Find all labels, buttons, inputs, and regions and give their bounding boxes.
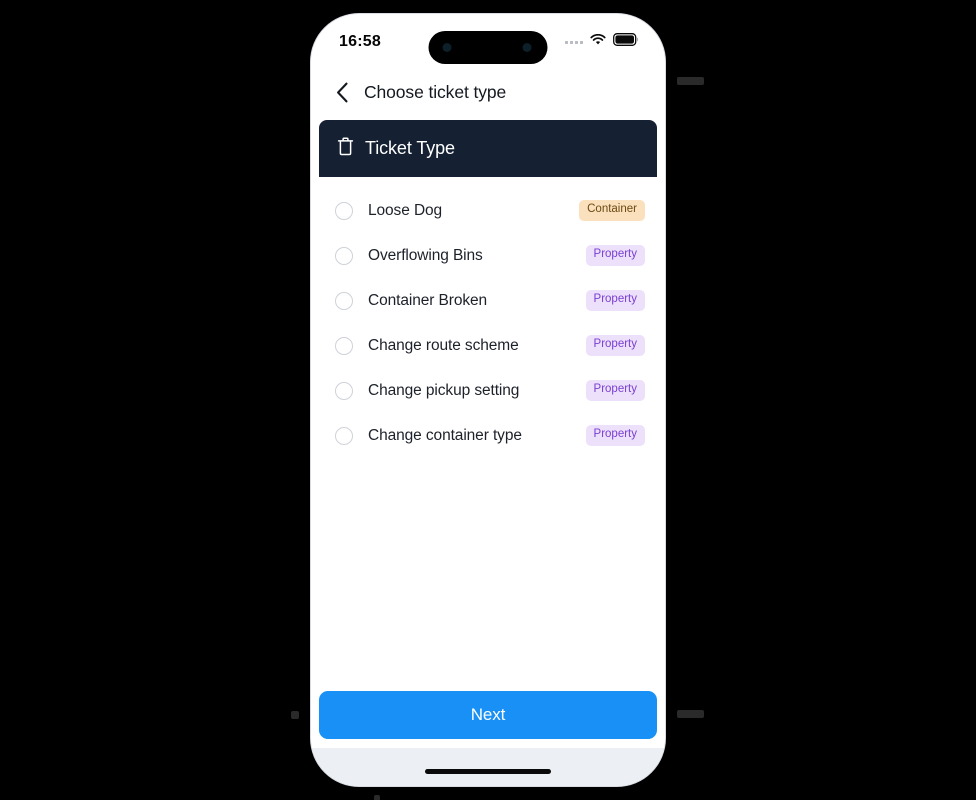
ticket-type-option-label: Container Broken — [368, 291, 488, 309]
home-indicator-area — [311, 748, 665, 786]
ticket-type-option-row[interactable]: Overflowing Bins Property — [319, 233, 657, 278]
radio-unchecked-icon[interactable] — [335, 381, 353, 400]
wifi-icon — [590, 33, 606, 51]
ticket-type-option-badge: Property — [585, 290, 645, 311]
screenshot-canvas: 16:58 Choose ticket type Ticket Type Loo… — [0, 0, 976, 800]
dynamic-island — [428, 31, 548, 64]
card-header: Ticket Type — [319, 120, 657, 177]
ticket-type-option-row[interactable]: Change route scheme Property — [319, 323, 657, 368]
page-title: Choose ticket type — [364, 81, 507, 102]
status-bar-time: 16:58 — [339, 33, 381, 50]
ticket-type-option-label: Change route scheme — [368, 336, 519, 354]
trash-icon — [337, 137, 354, 161]
phone-screen: 16:58 Choose ticket type Ticket Type Loo… — [311, 14, 665, 786]
ticket-type-options-list: Loose Dog Container Overflowing Bins Proper… — [319, 177, 657, 682]
next-button[interactable]: Next — [319, 691, 657, 739]
ticket-type-option-label: Loose Dog — [368, 201, 443, 219]
card-header-title: Ticket Type — [365, 138, 455, 158]
radio-unchecked-icon[interactable] — [335, 201, 353, 220]
ticket-type-option-row[interactable]: Loose Dog Container — [319, 188, 657, 233]
ticket-type-option-label: Overflowing Bins — [368, 246, 483, 264]
navigation-bar: Choose ticket type — [311, 64, 665, 120]
device-button-volume[interactable] — [291, 711, 299, 719]
footer-actions: Next — [311, 682, 665, 748]
ticket-type-option-row[interactable]: Container Broken Property — [319, 278, 657, 323]
device-button-side[interactable] — [677, 710, 704, 718]
ticket-type-option-badge: Container — [579, 200, 645, 221]
status-bar-indicators — [565, 33, 639, 51]
status-bar: 16:58 — [311, 14, 665, 64]
radio-unchecked-icon[interactable] — [335, 291, 353, 310]
ticket-type-option-badge: Property — [585, 380, 645, 401]
radio-unchecked-icon[interactable] — [335, 246, 353, 265]
ticket-type-option-label: Change pickup setting — [368, 381, 520, 399]
ticket-type-card: Ticket Type Loose Dog Container Overflowin… — [319, 120, 657, 682]
home-indicator[interactable] — [425, 768, 551, 774]
ticket-type-option-row[interactable]: Change container type Property — [319, 413, 657, 458]
phone-device-frame: 16:58 Choose ticket type Ticket Type Loo… — [311, 14, 665, 786]
back-button[interactable] — [331, 81, 353, 103]
radio-unchecked-icon[interactable] — [335, 426, 353, 445]
ticket-type-option-label: Change container type — [368, 426, 522, 444]
ticket-type-option-badge: Property — [585, 245, 645, 266]
chevron-left-icon — [336, 82, 348, 102]
ticket-type-option-badge: Property — [585, 335, 645, 356]
signal-dots-icon — [565, 40, 583, 44]
front-camera-icon — [442, 43, 452, 52]
device-marker-dot — [374, 795, 380, 800]
ticket-type-option-row[interactable]: Change pickup setting Property — [319, 368, 657, 413]
radio-unchecked-icon[interactable] — [335, 336, 353, 355]
battery-full-icon — [613, 33, 639, 51]
ticket-type-option-badge: Property — [585, 425, 645, 446]
device-button-power[interactable] — [677, 77, 704, 85]
face-id-sensor-icon — [522, 43, 532, 52]
